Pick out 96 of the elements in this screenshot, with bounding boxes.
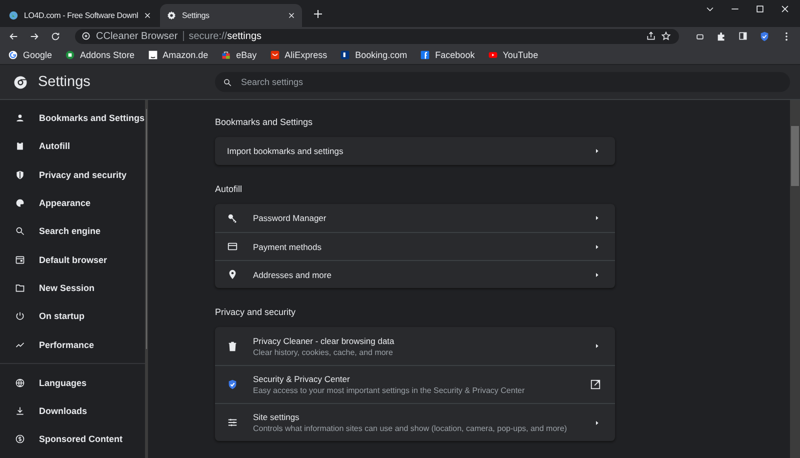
download-icon	[15, 406, 25, 416]
palette-icon	[15, 198, 25, 208]
bookmark[interactable]: Booking.com	[340, 50, 408, 60]
close-icon[interactable]	[143, 11, 152, 20]
browser-tab[interactable]: LO4D.com - Free Software Downl	[2, 4, 158, 27]
scrollbar[interactable]	[144, 100, 148, 458]
person-icon	[15, 113, 25, 124]
row-title: Privacy Cleaner - clear browsing data	[253, 336, 396, 346]
store-icon	[65, 50, 76, 60]
trash-icon	[227, 340, 238, 352]
pin-icon	[227, 269, 238, 280]
clipboard-icon	[15, 141, 25, 152]
arrow-right-icon	[593, 418, 601, 426]
sidebar-item[interactable]: Performance	[0, 330, 145, 359]
sidebar-item[interactable]: Search engine	[0, 217, 145, 246]
reload-icon[interactable]	[50, 30, 61, 42]
arrow-right-icon	[593, 342, 601, 350]
globe-icon	[8, 10, 19, 21]
row-title: Import bookmarks and settings	[227, 146, 344, 156]
section-heading: Bookmarks and Settings	[215, 117, 314, 127]
maximize-icon[interactable]	[755, 4, 765, 14]
settings-row[interactable]: Password Manager	[215, 204, 615, 232]
row-title: Payment methods	[253, 242, 323, 252]
sidebar-item[interactable]: New Session	[0, 274, 145, 302]
shield-icon[interactable]	[759, 30, 770, 42]
folder-icon	[15, 282, 25, 293]
bookmark[interactable]: YouTube	[488, 50, 538, 60]
bookmark[interactable]: Amazon.de	[148, 50, 208, 60]
globe-icon	[15, 378, 25, 388]
settings-row[interactable]: Security & Privacy Center Easy access to your most important settings in the Security & Privacy Center	[215, 365, 615, 403]
side-panel-icon[interactable]	[738, 31, 748, 41]
settings-icon	[166, 10, 178, 21]
arrow-right-icon	[593, 147, 601, 155]
forward-icon[interactable]	[29, 30, 40, 42]
sidebar-item[interactable]: Autofill	[0, 132, 145, 161]
shield-icon	[15, 170, 25, 180]
close-icon[interactable]	[780, 4, 790, 14]
external-link-icon	[590, 379, 601, 390]
section-heading: Autofill	[215, 184, 244, 194]
row-title: Password Manager	[253, 213, 328, 223]
settings-row[interactable]: Payment methods	[215, 232, 615, 260]
bookmark[interactable]: Facebook	[420, 50, 475, 60]
search-field[interactable]: Search settings	[215, 72, 790, 92]
row-title: Security & Privacy Center	[253, 374, 351, 384]
settings-row[interactable]: Privacy Cleaner - clear browsing data Clear history, cookies, cache, and more	[215, 327, 615, 365]
sidebar-item[interactable]: On startup	[0, 302, 145, 330]
search-icon	[15, 226, 25, 236]
sidebar-item[interactable]: Privacy and security	[0, 160, 145, 189]
sidebar-item[interactable]: Appearance	[0, 188, 145, 218]
g-icon	[8, 50, 18, 60]
shield-check-icon	[227, 379, 238, 390]
sidebar-item[interactable]: Languages	[0, 368, 145, 397]
logo-icon	[13, 74, 28, 90]
scrollbar[interactable]	[790, 100, 800, 458]
smile-icon	[270, 50, 280, 60]
page-title: Settings	[38, 74, 90, 90]
play-icon	[488, 50, 498, 60]
section-heading: Privacy and security	[215, 307, 297, 317]
arrow-right-icon	[593, 214, 601, 222]
settings-row[interactable]: Addresses and more	[215, 260, 615, 288]
bag-icon	[221, 50, 232, 60]
bookmark[interactable]: eBay	[221, 50, 257, 60]
close-icon[interactable]	[287, 11, 296, 20]
row-subtitle: Easy access to your most important settings in the Security & Privacy Center	[253, 386, 526, 395]
address-bar[interactable]: CCleaner Browser secure://settings	[75, 28, 679, 44]
settings-row[interactable]: Import bookmarks and settings	[215, 137, 615, 165]
key-icon	[227, 212, 238, 224]
arrow-right-icon	[593, 270, 601, 278]
f-icon	[420, 50, 430, 60]
site-label: CCleaner Browser	[96, 30, 178, 42]
power-icon	[15, 311, 25, 322]
bookmark[interactable]: AliExpress	[270, 50, 328, 60]
sidebar-item[interactable]: Sponsored Content	[0, 425, 145, 454]
sidebar-item[interactable]: Bookmarks and Settings	[0, 104, 145, 132]
bookmark[interactable]: Addons Store	[65, 50, 135, 60]
browser-icon	[15, 254, 25, 265]
row-title: Site settings	[253, 412, 300, 422]
dollar-icon	[15, 434, 25, 444]
row-subtitle: Clear history, cookies, cache, and more	[253, 348, 394, 356]
browser-tab[interactable]: Settings	[160, 4, 302, 27]
settings-row[interactable]: Site settings Controls what information sites can use and show (location, camera, pop-ups, and more)	[215, 403, 615, 441]
share-icon[interactable]	[646, 31, 656, 41]
bookmark[interactable]: Google	[8, 50, 52, 60]
arrow-right-icon	[593, 242, 601, 250]
new-tab-icon[interactable]	[312, 8, 324, 20]
search-icon	[223, 78, 232, 86]
puzzle-icon[interactable]	[716, 30, 727, 42]
sidebar-item[interactable]: Default browser	[0, 245, 145, 274]
row-title: Addresses and more	[253, 270, 332, 280]
url-text: secure://settings	[188, 30, 263, 42]
star-icon[interactable]	[661, 31, 671, 41]
back-icon[interactable]	[8, 30, 19, 42]
card-icon	[227, 241, 238, 252]
sidebar-item[interactable]: Downloads	[0, 396, 145, 426]
sliders-icon	[227, 417, 238, 428]
row-subtitle: Controls what information sites can use and show (location, camera, pop-ups, and more)	[253, 424, 568, 433]
